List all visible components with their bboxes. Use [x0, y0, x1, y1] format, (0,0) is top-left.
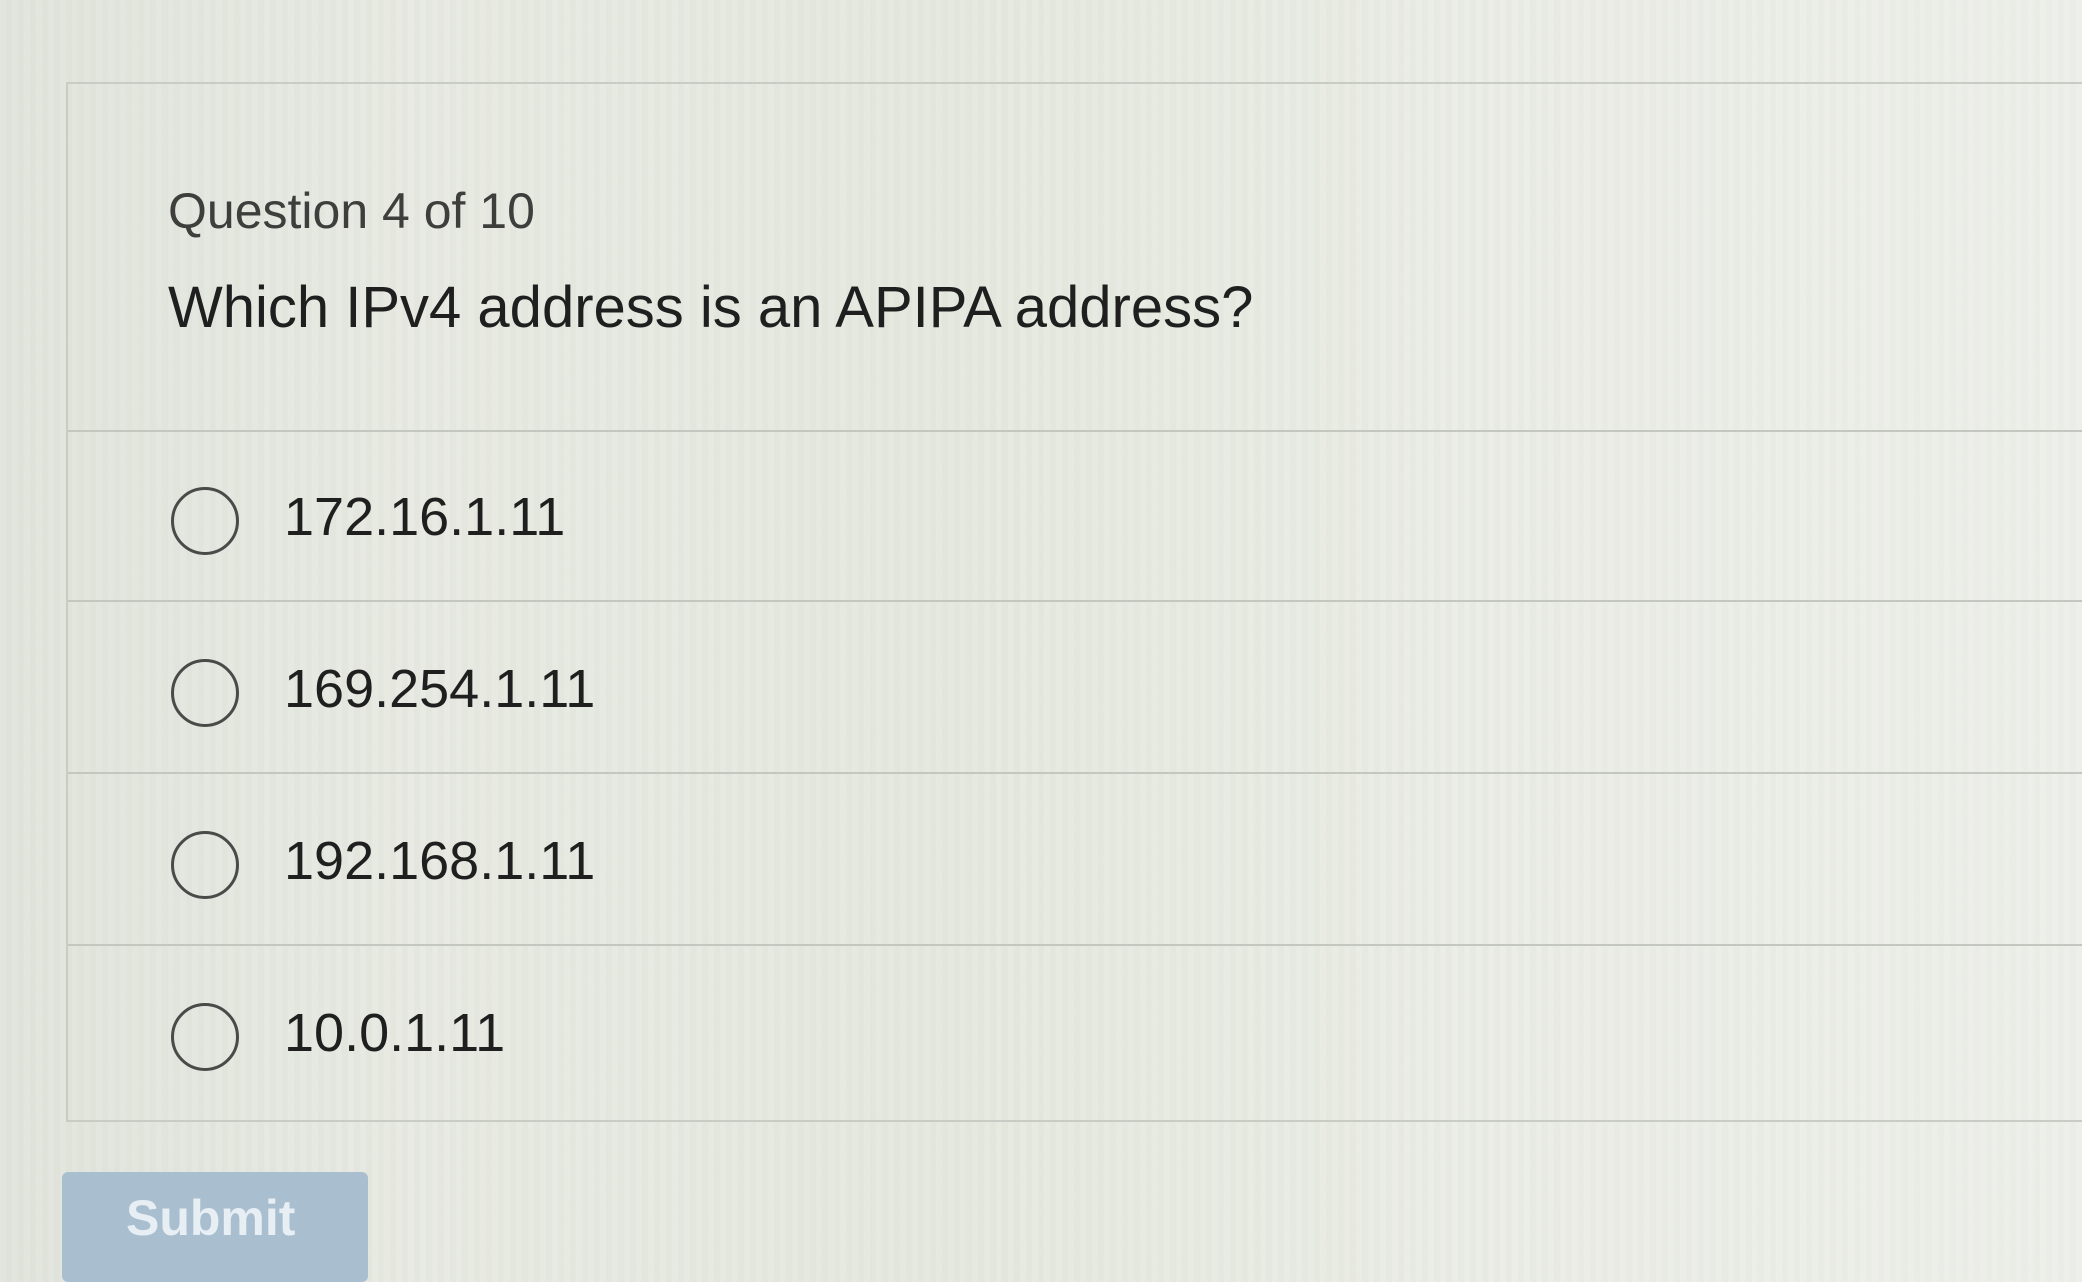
- question-counter: Question 4 of 10: [168, 183, 535, 239]
- question-header: Question 4 of 10 Which IPv4 address is a…: [68, 84, 2082, 432]
- answer-option-label: 10.0.1.11: [284, 1003, 506, 1063]
- answer-option-2[interactable]: 169.254.1.11: [68, 602, 2082, 774]
- answer-option-label: 192.168.1.11: [284, 831, 596, 891]
- submit-button[interactable]: Submit: [62, 1172, 368, 1282]
- question-text: Which IPv4 address is an APIPA address?: [168, 275, 1254, 340]
- answer-option-1[interactable]: 172.16.1.11: [68, 430, 2082, 602]
- radio-button[interactable]: [171, 1003, 239, 1071]
- answer-option-4[interactable]: 10.0.1.11: [68, 946, 2082, 1118]
- radio-button[interactable]: [171, 487, 239, 555]
- quiz-card: Question 4 of 10 Which IPv4 address is a…: [66, 82, 2082, 1122]
- radio-button[interactable]: [171, 831, 239, 899]
- answer-option-label: 169.254.1.11: [284, 659, 596, 719]
- answer-option-3[interactable]: 192.168.1.11: [68, 774, 2082, 946]
- radio-button[interactable]: [171, 659, 239, 727]
- answer-option-label: 172.16.1.11: [284, 487, 566, 547]
